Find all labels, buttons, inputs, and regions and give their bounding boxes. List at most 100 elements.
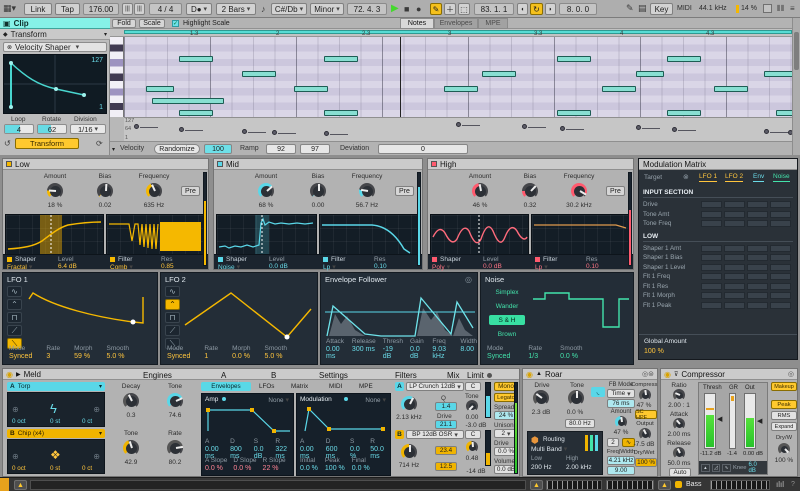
tab-lfos[interactable]: LFOs xyxy=(259,383,274,390)
play-button[interactable]: ▶ xyxy=(391,2,399,15)
limit-toggle[interactable]: Limit xyxy=(467,371,484,380)
matrix-cell[interactable] xyxy=(770,201,791,208)
frequency-knob[interactable] xyxy=(571,183,587,199)
drywet-value[interactable]: 100 % xyxy=(635,458,657,467)
midi-note[interactable] xyxy=(602,86,636,92)
record-button[interactable]: ● xyxy=(416,2,421,15)
device-high-header[interactable]: High xyxy=(428,159,633,170)
draw-mode-icon[interactable]: ✎ xyxy=(430,3,442,15)
velocity-marker[interactable] xyxy=(134,124,139,129)
global-amount-value[interactable]: 100 % xyxy=(644,348,664,355)
filter-a-q[interactable]: 1.4 xyxy=(435,402,457,411)
filter-b-volume-slider[interactable] xyxy=(485,430,491,466)
matrix-col-lfo2[interactable]: LFO 2 xyxy=(725,173,743,182)
filter-b-q[interactable]: 23.4 xyxy=(435,446,457,455)
engine-b-semi[interactable]: 0 st xyxy=(50,465,60,472)
engine-a-right-stepper[interactable]: ⊕ xyxy=(93,405,100,414)
engine-a-cent[interactable]: 0 ct xyxy=(82,418,92,425)
mix-a-tone-knob[interactable] xyxy=(466,400,478,412)
transfer-curve-icon[interactable]: ◿ xyxy=(712,464,721,472)
shaper-type-select[interactable]: Fractal xyxy=(7,263,32,271)
hot-swap-icon[interactable]: ◎⊜ xyxy=(642,370,654,378)
capture-midi-icon[interactable]: ⬚ xyxy=(458,3,470,15)
velocity-marker[interactable] xyxy=(324,131,329,136)
mix-b-tone-value[interactable]: 0.48 xyxy=(461,455,483,462)
engine-a-tone-knob[interactable] xyxy=(167,393,183,409)
device-on-toggle[interactable] xyxy=(6,161,12,167)
transform-section-header[interactable]: ◆ Transform ▾ xyxy=(0,29,110,40)
matrix-cell[interactable] xyxy=(724,245,745,252)
output-value[interactable]: 0.00 dB xyxy=(743,451,763,457)
velocity-marker[interactable] xyxy=(522,124,527,129)
wave-ramp-up-icon[interactable]: ⟋ xyxy=(7,325,22,336)
noise-display[interactable] xyxy=(531,285,631,343)
rms-button[interactable]: RMS xyxy=(771,411,797,420)
filter-a-type-select[interactable]: LP Crunch 12dB xyxy=(406,382,464,391)
matrix-cell[interactable] xyxy=(747,292,768,299)
velocity-lane[interactable]: 127 64 1 xyxy=(124,117,800,141)
tab-envelopes[interactable]: Envelopes xyxy=(201,382,251,391)
noise-type-simplex[interactable]: Simplex xyxy=(489,287,525,297)
makeup-button[interactable]: Makeup xyxy=(771,382,797,391)
shaper-display[interactable] xyxy=(5,214,104,256)
param-value[interactable]: 0.0 % xyxy=(233,465,256,472)
division-select[interactable]: 1/16 xyxy=(70,124,106,134)
filter-b-freq-knob[interactable] xyxy=(401,444,417,460)
amount-knob[interactable] xyxy=(47,183,63,199)
peak-button[interactable]: Peak xyxy=(771,400,797,409)
level-value[interactable]: 0.0 dB xyxy=(483,263,502,270)
filter-type-select[interactable]: Lp xyxy=(323,263,336,271)
bias-knob[interactable] xyxy=(522,183,538,199)
frequency-value[interactable]: 56.7 Hz xyxy=(342,202,392,209)
tone-value[interactable]: 0.0 % xyxy=(559,409,591,416)
transform-apply-button[interactable]: Transform xyxy=(15,138,79,149)
shaper-toggle[interactable] xyxy=(218,257,223,262)
param-value[interactable]: 5.0 % xyxy=(107,353,129,360)
filter-b-tag[interactable]: B xyxy=(395,430,404,439)
loop-start-display[interactable]: 83. 1. 1 xyxy=(474,3,514,15)
piano-keys-column[interactable] xyxy=(110,37,124,117)
param-value[interactable]: 59 % xyxy=(74,353,92,360)
matrix-cell[interactable] xyxy=(770,302,791,309)
sc-hpf-button[interactable]: SC HPF xyxy=(635,410,657,419)
matrix-cell[interactable] xyxy=(724,211,745,218)
velocity-marker[interactable] xyxy=(636,125,641,130)
layout-selector-icon[interactable]: ▦▾ xyxy=(3,2,16,15)
param-value[interactable]: Synced xyxy=(9,353,32,360)
matrix-cell[interactable] xyxy=(747,254,768,261)
release-value[interactable]: 50.0 ms xyxy=(663,460,695,467)
clear-target-icon[interactable]: ⊗ xyxy=(683,173,689,181)
expand-icon[interactable]: ▶ xyxy=(16,371,21,378)
filter-a-freq-value[interactable]: 2.13 kHz xyxy=(391,414,427,421)
param-value[interactable]: 0.0 % xyxy=(560,353,582,360)
output-value[interactable]: -7.5 dB xyxy=(631,441,657,448)
level-value[interactable]: 6.4 dB xyxy=(58,263,77,270)
threshold-handle[interactable]: ◀ xyxy=(717,415,722,423)
shaper-toggle[interactable] xyxy=(432,257,437,262)
filter-type-select[interactable]: Lp xyxy=(535,263,548,271)
midi-note[interactable] xyxy=(714,86,748,92)
matrix-cell[interactable] xyxy=(724,220,745,227)
midi-note[interactable] xyxy=(179,110,213,116)
device-on-toggle[interactable]: ◉ xyxy=(6,370,13,379)
punch-in-icon[interactable]: ◖ xyxy=(517,3,528,15)
res-value[interactable]: 0.10 xyxy=(586,263,599,270)
matrix-cell[interactable] xyxy=(770,220,791,227)
matrix-cell[interactable] xyxy=(747,201,768,208)
shaper-type-select[interactable]: Noise xyxy=(218,263,240,271)
matrix-cell[interactable] xyxy=(701,283,722,290)
randomize-amount-field[interactable]: 100 xyxy=(204,144,232,154)
reset-icon[interactable]: ⊗ xyxy=(7,44,12,51)
matrix-col-lfo1[interactable]: LFO 1 xyxy=(699,173,717,182)
sidechain-icon[interactable]: ◎ xyxy=(465,275,472,284)
matrix-col-noise[interactable]: Noise xyxy=(773,173,790,182)
ratio-value[interactable]: 2.00 : 1 xyxy=(663,402,695,409)
computer-midi-keyboard-icon[interactable]: ▤ xyxy=(638,2,647,15)
velocity-marker[interactable] xyxy=(456,122,461,127)
io-meter-icon[interactable]: ⦀⦀ xyxy=(777,2,784,15)
midi-note[interactable] xyxy=(557,56,591,62)
filter-toggle[interactable] xyxy=(535,257,540,262)
matrix-cell[interactable] xyxy=(747,273,768,280)
device-on-toggle[interactable]: ◉ xyxy=(526,370,533,379)
matrix-cell[interactable] xyxy=(747,220,768,227)
